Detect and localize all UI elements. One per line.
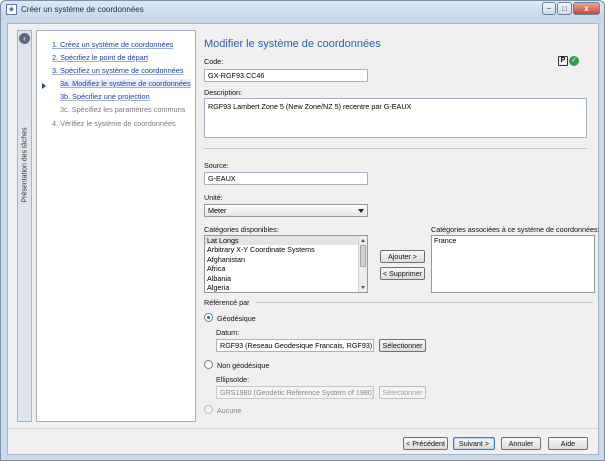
next-button[interactable]: Suivant > — [453, 437, 495, 450]
map-icon: ◈ — [6, 4, 17, 15]
list-scrollbar[interactable] — [358, 236, 367, 292]
close-button[interactable]: x — [573, 2, 600, 15]
maximize-button[interactable]: □ — [557, 2, 572, 15]
scroll-thumb[interactable] — [360, 245, 366, 267]
remove-category-button[interactable]: < Supprimer — [380, 267, 425, 280]
page-title: Modifier le système de coordonnées — [204, 38, 381, 50]
minimize-button[interactable]: − — [542, 2, 556, 15]
step-verify: 4. Vérifiez le système de coordonnées — [52, 119, 176, 128]
code-label: Code: — [204, 57, 224, 66]
check-circle-icon: ✓ — [569, 56, 579, 66]
step-starting-point[interactable]: 2. Spécifiez le point de départ — [52, 53, 148, 62]
list-item[interactable]: Algeria — [205, 283, 367, 292]
task-steps-panel: 1. Créez un système de coordonnées 2. Sp… — [36, 30, 196, 422]
step-common-params: 3c. Spécifiez les paramètres communs — [60, 105, 186, 114]
source-field[interactable]: G-EAUX — [204, 172, 368, 185]
associated-categories-list[interactable]: France — [431, 235, 595, 293]
available-categories-list[interactable]: Lat Longs Arbitrary X-Y Coordinate Syste… — [204, 235, 368, 293]
unit-select-value: Meter — [208, 206, 227, 215]
non-geodesic-radio[interactable] — [204, 360, 213, 369]
title-bar[interactable]: ◈ Créer un système de coordonnées − □ x — [1, 1, 604, 19]
unit-label: Unité: — [204, 193, 223, 202]
p-badge-icon: P — [558, 56, 568, 66]
geodesic-radio[interactable] — [204, 313, 213, 322]
associated-categories-label: Catégories associées à ce système de coo… — [431, 225, 600, 234]
list-item[interactable]: Lat Longs — [205, 236, 367, 246]
code-field[interactable]: GX-RGF93.CC46 — [204, 69, 368, 82]
footer-divider — [8, 428, 598, 429]
none-label: Aucune — [217, 406, 242, 415]
step-projection[interactable]: 3b. Spécifiez une projection — [60, 92, 150, 101]
source-label: Source: — [204, 161, 229, 170]
list-item[interactable]: Albania — [205, 274, 367, 283]
step-create[interactable]: 1. Créez un système de coordonnées — [52, 40, 173, 49]
main-form: Modifier le système de coordonnées P ✓ C… — [202, 30, 600, 422]
dialog-client: ‹ Présentation des tâches 1. Créez un sy… — [7, 23, 600, 455]
step-modify-system[interactable]: 3a. Modifiez le système de coordonnées — [60, 79, 191, 88]
dialog-window: ◈ Créer un système de coordonnées − □ x … — [0, 0, 605, 461]
previous-button[interactable]: < Précédent — [403, 437, 448, 450]
non-geodesic-label[interactable]: Non géodésique — [217, 361, 269, 370]
group-divider — [256, 302, 593, 303]
divider — [204, 148, 587, 149]
datum-field[interactable]: RGF93 (Reseau Geodesique Francais, RGF93… — [216, 339, 374, 352]
ellipsoid-label: Ellipsoïde: — [216, 375, 250, 384]
list-item[interactable]: Afghanistan — [205, 255, 367, 264]
tasks-panel-title: Présentation des tâches — [21, 127, 29, 203]
window-title: Créer un système de coordonnées — [21, 5, 144, 14]
description-label: Description: — [204, 88, 242, 97]
ellipsoid-field: GRS1980 (Geodetic Reference System of 19… — [216, 386, 374, 399]
scroll-up-icon[interactable] — [361, 239, 365, 242]
select-ellipsoid-button: Sélectionner — [379, 386, 426, 399]
current-step-arrow-icon — [42, 83, 46, 89]
available-categories-label: Catégories disponibles: — [204, 225, 279, 234]
cancel-button[interactable]: Annuler — [501, 437, 541, 450]
list-item[interactable]: Arbitrary X-Y Coordinate Systems — [205, 245, 367, 254]
status-icons: P ✓ — [558, 56, 579, 66]
unit-select[interactable]: Meter — [204, 204, 368, 217]
help-button[interactable]: Aide — [548, 437, 588, 450]
step-specify-system[interactable]: 3. Spécifiez un système de coordonnées — [52, 66, 183, 75]
scroll-down-icon[interactable] — [361, 286, 365, 289]
description-field[interactable]: RGF93 Lambert Zone 5 (New Zone/NZ 5) rec… — [204, 98, 587, 138]
chevron-down-icon — [358, 209, 364, 213]
add-category-button[interactable]: Ajouter > — [380, 250, 425, 263]
datum-label: Datum: — [216, 328, 240, 337]
select-datum-button[interactable]: Sélectionner — [379, 339, 426, 352]
collapse-panel-icon[interactable]: ‹ — [19, 33, 30, 44]
list-item[interactable]: Africa — [205, 264, 367, 273]
geodesic-label[interactable]: Géodésique — [217, 314, 256, 323]
referenced-by-label: Référencé par — [204, 298, 250, 307]
none-radio — [204, 405, 213, 414]
list-item[interactable]: France — [432, 236, 594, 245]
tasks-panel-tab[interactable]: ‹ Présentation des tâches — [17, 30, 32, 422]
